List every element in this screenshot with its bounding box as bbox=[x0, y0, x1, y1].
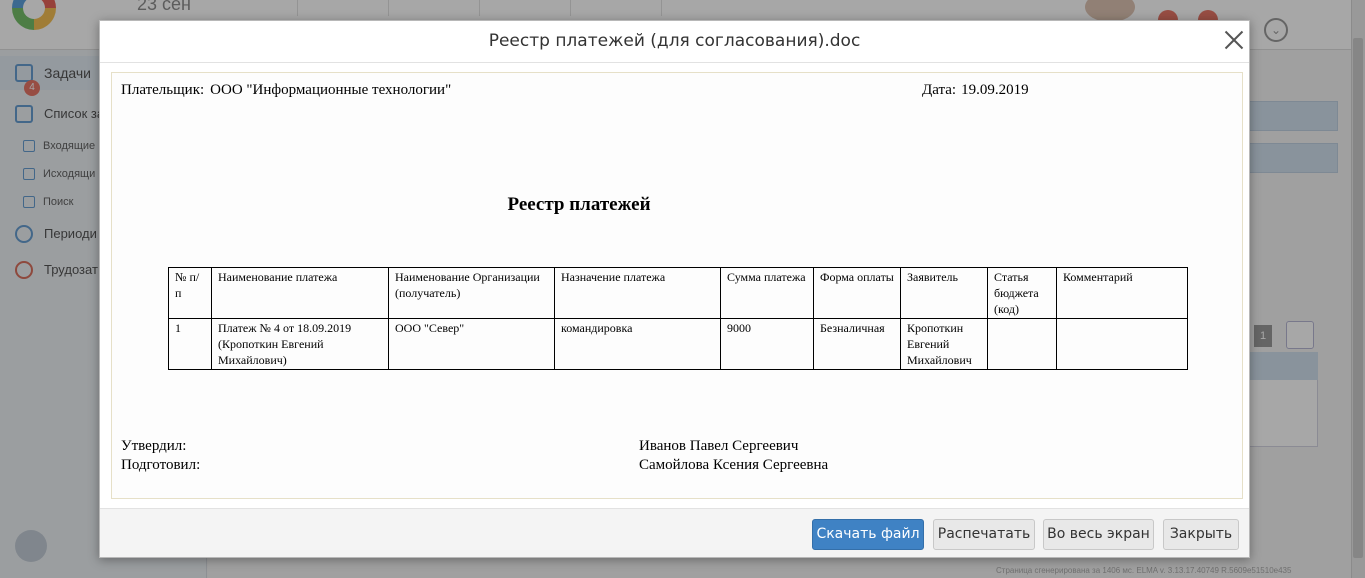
cell-purpose: командировка bbox=[554, 318, 721, 370]
dialog-title: Реестр платежей (для согласования).doc bbox=[488, 31, 861, 51]
date-value: 19.09.2019 bbox=[961, 82, 1029, 98]
column-header: Статья бюджета (код) bbox=[987, 267, 1057, 319]
cell-amount: 9000 bbox=[720, 318, 814, 370]
column-header: Назначение платежа bbox=[554, 267, 721, 319]
dialog-footer: Скачать файл Распечатать Во весь экран З… bbox=[100, 508, 1249, 557]
close-button[interactable]: Закрыть bbox=[1163, 519, 1239, 550]
column-header: Заявитель bbox=[900, 267, 988, 319]
cell-comment bbox=[1056, 318, 1188, 370]
approved-label: Утвердил: bbox=[121, 438, 187, 454]
download-file-button[interactable]: Скачать файл bbox=[812, 519, 924, 550]
table-row: 1 Платеж № 4 от 18.09.2019 (Кропоткин Ев… bbox=[168, 318, 1188, 370]
print-button[interactable]: Распечатать bbox=[933, 519, 1035, 550]
cell-payment-name: Платеж № 4 от 18.09.2019 (Кропоткин Евге… bbox=[211, 318, 389, 370]
document-heading: Реестр платежей bbox=[507, 194, 651, 215]
payments-table: № п/п Наименование платежа Наименование … bbox=[168, 267, 1188, 370]
cell-payment-form: Безналичная bbox=[813, 318, 901, 370]
column-header: Наименование Организации (получатель) bbox=[388, 267, 555, 319]
payer-label: Плательщик: bbox=[121, 82, 205, 98]
prepared-label: Подготовил: bbox=[121, 457, 201, 473]
prepared-name: Самойлова Ксения Сергеевна bbox=[639, 457, 829, 473]
fullscreen-button[interactable]: Во весь экран bbox=[1043, 519, 1154, 550]
column-header: № п/п bbox=[168, 267, 212, 319]
column-header: Комментарий bbox=[1056, 267, 1188, 319]
column-header: Наименование платежа bbox=[211, 267, 389, 319]
cell-applicant: Кропоткин Евгений Михайлович bbox=[900, 318, 988, 370]
column-header: Сумма платежа bbox=[720, 267, 814, 319]
table-header-row: № п/п Наименование платежа Наименование … bbox=[168, 267, 1188, 319]
document-page: Плательщик: ООО "Информационные технологи… bbox=[112, 73, 1242, 498]
approved-name: Иванов Павел Сергеевич bbox=[639, 438, 799, 454]
cell-num: 1 bbox=[168, 318, 212, 370]
payer-value: ООО "Информационные технологии" bbox=[210, 82, 452, 98]
dialog-header: Реестр платежей (для согласования).doc bbox=[100, 21, 1249, 63]
payer-line: Плательщик: ООО "Информационные технологи… bbox=[121, 82, 451, 99]
document-preview: Плательщик: ООО "Информационные технологи… bbox=[111, 72, 1243, 499]
cell-budget-item bbox=[987, 318, 1057, 370]
document-preview-dialog: Реестр платежей (для согласования).doc П… bbox=[99, 20, 1250, 558]
column-header: Форма оплаты bbox=[813, 267, 901, 319]
close-icon[interactable] bbox=[1222, 28, 1246, 52]
date-line: Дата: 19.09.2019 bbox=[922, 82, 1029, 99]
date-label: Дата: bbox=[922, 82, 957, 98]
cell-organization: ООО "Север" bbox=[388, 318, 555, 370]
